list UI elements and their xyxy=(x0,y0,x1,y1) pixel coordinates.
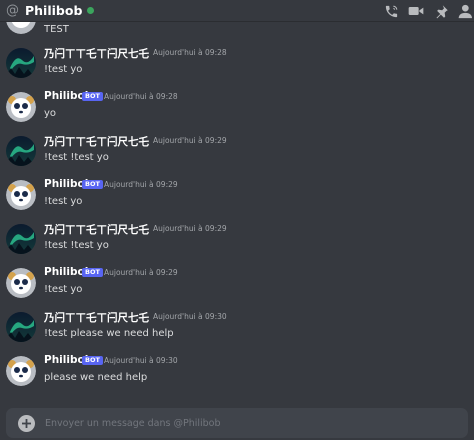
timestamp: Aujourd'hui à 09:29 xyxy=(153,224,227,233)
message-text: !test please we need help xyxy=(44,328,174,339)
message-input[interactable] xyxy=(45,417,425,429)
timestamp: Aujourd'hui à 09:28 xyxy=(104,92,178,101)
message-text: !test yo xyxy=(44,284,83,295)
add-friend-icon[interactable] xyxy=(458,3,474,19)
bot-badge: BOT xyxy=(82,268,103,277)
timestamp: Aujourd'hui à 09:29 xyxy=(153,136,227,145)
list-item: Philibob BOT Aujourd'hui à 09:30 please we … xyxy=(0,350,474,394)
author-name[interactable]: 乃闩ㄒㄒ乇ㄒ闩尺七乇 xyxy=(44,46,149,61)
message-text: TEST xyxy=(44,24,69,35)
channel-header: @ Philibob xyxy=(0,0,474,22)
message-text: yo xyxy=(44,108,57,119)
panda-avatar[interactable] xyxy=(6,268,36,298)
list-item: 乃闩ㄒㄒ乇ㄒ闩尺七乇 Aujourd'hui à 09:28 !test yo xyxy=(0,42,474,86)
list-item: 乃闩ㄒㄒ乇ㄒ闩尺七乇 Aujourd'hui à 09:29 !test !test… xyxy=(0,130,474,174)
bot-badge: BOT xyxy=(82,92,103,101)
add-attachment-button[interactable] xyxy=(18,414,35,432)
list-item: Philibob BOT Aujourd'hui à 09:28 yo xyxy=(0,86,474,130)
avatar xyxy=(6,22,36,34)
pin-icon[interactable] xyxy=(433,3,449,19)
list-item: 乃闩ㄒㄒ乇ㄒ闩尺七乇 Aujourd'hui à 09:29 !test !test… xyxy=(0,218,474,262)
call-icon[interactable] xyxy=(383,3,399,19)
aurora-avatar[interactable] xyxy=(6,48,36,78)
message-composer xyxy=(6,408,468,438)
timestamp: Aujourd'hui à 09:29 xyxy=(104,268,178,277)
aurora-avatar[interactable] xyxy=(6,136,36,166)
timestamp: Aujourd'hui à 09:29 xyxy=(104,180,178,189)
timestamp: Aujourd'hui à 09:30 xyxy=(104,356,178,365)
online-status-dot xyxy=(87,7,95,14)
bot-badge: BOT xyxy=(82,180,103,189)
video-icon[interactable] xyxy=(408,3,424,19)
author-name[interactable]: 乃闩ㄒㄒ乇ㄒ闩尺七乇 xyxy=(44,222,149,237)
timestamp: Aujourd'hui à 09:30 xyxy=(153,312,227,321)
list-item: 乃闩ㄒㄒ乇ㄒ闩尺七乇 Aujourd'hui à 09:30 !test pleas… xyxy=(0,306,474,350)
aurora-avatar[interactable] xyxy=(6,312,36,342)
message-text: please we need help xyxy=(44,372,148,383)
message-text: !test !test yo xyxy=(44,240,109,251)
message-text: !test yo xyxy=(44,64,83,75)
author-name[interactable]: 乃闩ㄒㄒ乇ㄒ闩尺七乇 xyxy=(44,134,149,149)
list-item: Philibob BOT Aujourd'hui à 09:29 !test yo xyxy=(0,174,474,218)
header-toolbar xyxy=(383,0,474,22)
message-list: TEST 乃闩ㄒㄒ乇ㄒ闩尺七乇 Aujourd'hui à 09:28 !test … xyxy=(0,22,474,408)
channel-title: Philibob xyxy=(25,3,83,18)
panda-avatar[interactable] xyxy=(6,356,36,386)
list-item: Philibob BOT Aujourd'hui à 09:29 !test yo xyxy=(0,262,474,306)
timestamp: Aujourd'hui à 09:28 xyxy=(153,48,227,57)
list-item: TEST xyxy=(0,22,474,40)
at-icon: @ xyxy=(6,3,19,18)
bot-badge: BOT xyxy=(82,356,103,365)
aurora-avatar[interactable] xyxy=(6,224,36,254)
message-text: !test !test yo xyxy=(44,152,109,163)
panda-avatar[interactable] xyxy=(6,180,36,210)
panda-avatar[interactable] xyxy=(6,92,36,122)
message-text: !test yo xyxy=(44,196,83,207)
author-name[interactable]: 乃闩ㄒㄒ乇ㄒ闩尺七乇 xyxy=(44,310,149,325)
